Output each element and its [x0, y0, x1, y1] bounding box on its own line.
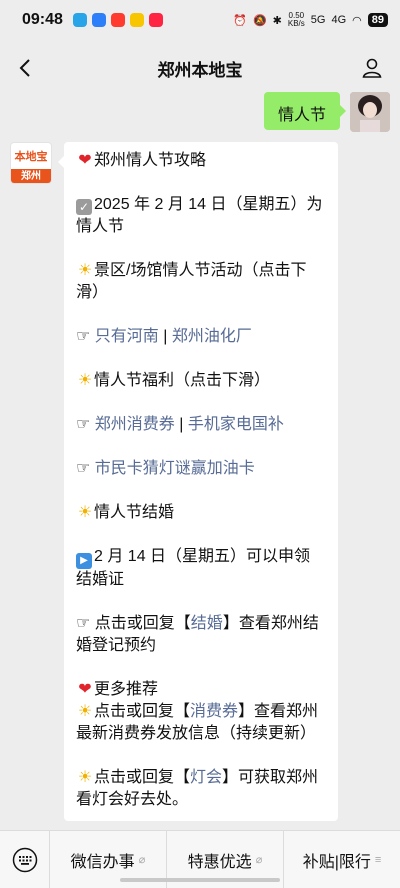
link-icon: ⌀	[138, 854, 146, 866]
pointer-text: ☞	[76, 328, 95, 345]
bluetooth-icon: ✱	[272, 14, 282, 27]
message-text: 景区/场馆情人节活动（点击下滑）	[76, 262, 307, 301]
bot-city-tag: 郑州	[11, 169, 51, 183]
keyboard-toggle-button[interactable]	[0, 830, 50, 888]
app-icon	[129, 13, 144, 27]
menu-label: 微信办事	[70, 853, 135, 871]
app-icon	[91, 13, 106, 27]
telegram-icon	[72, 13, 87, 27]
check-icon: ✓	[76, 199, 92, 215]
message-paragraph: ☞ 点击或回复【结婚】查看郑州结婚登记预约	[76, 613, 326, 657]
bot-message-bubble: ❤ 郑州情人节攻略 ✓ 2025 年 2 月 14 日（星期五）为情人节 ☀ 景区/场…	[58, 142, 338, 821]
message-text: ☞ 点击或回复【	[76, 615, 191, 632]
link-subsidy[interactable]: 手机家电国补	[188, 416, 284, 433]
bot-logo: 本地宝	[14, 151, 48, 163]
app-icon	[110, 13, 125, 27]
message-paragraph: ❤ 更多推荐	[76, 679, 326, 701]
message-text: 情人节结婚	[94, 504, 175, 521]
mute-icon: 🔕	[252, 14, 267, 27]
signal-4g: 4G	[331, 14, 347, 26]
bot-avatar[interactable]: 本地宝 郑州	[10, 142, 52, 184]
link-lantern-fair[interactable]: 灯会	[190, 769, 222, 786]
avatar-image	[350, 92, 390, 132]
user-avatar[interactable]	[350, 92, 390, 132]
menu-icon: ≡	[374, 853, 382, 866]
person-icon[interactable]	[360, 56, 384, 80]
pointer-text: ☞	[76, 460, 95, 477]
heart-icon: ❤	[78, 152, 92, 169]
link-icon: ⌀	[255, 854, 263, 866]
chevron-left-icon[interactable]	[14, 56, 38, 80]
menu-label: 特惠优选	[187, 853, 252, 871]
separator: |	[174, 416, 188, 433]
notification-icons	[72, 13, 163, 27]
signal-5g: 5G	[310, 14, 326, 26]
sun-icon: ☀	[77, 769, 93, 786]
nav-bar: 郑州本地宝	[0, 40, 400, 96]
home-indicator[interactable]	[120, 878, 280, 882]
message-paragraph: ▶ 2 月 14 日（星期五）可以申领结婚证	[76, 546, 326, 591]
message-paragraph: ❤ 郑州情人节攻略	[76, 150, 326, 172]
message-paragraph: ✓ 2025 年 2 月 14 日（星期五）为情人节	[76, 194, 326, 238]
sun-icon: ☀	[77, 262, 93, 279]
sun-icon: ☀	[77, 703, 93, 720]
heart-icon: ❤	[78, 681, 92, 698]
sun-icon: ☀	[77, 372, 93, 389]
app-icon	[148, 13, 163, 27]
user-message-bubble[interactable]: 情人节	[263, 92, 347, 130]
page-title: 郑州本地宝	[157, 60, 243, 80]
separator: |	[158, 328, 172, 345]
message-paragraph: ☀ 点击或回复【灯会】可获取郑州看灯会好去处。	[76, 767, 326, 811]
message-paragraph: ☀ 情人节福利（点击下滑）	[76, 370, 326, 392]
message-text: 郑州情人节攻略	[94, 152, 207, 169]
menu-label: 补贴|限行	[302, 853, 371, 871]
link-henan[interactable]: 只有河南	[95, 328, 159, 345]
message-text: 2025 年 2 月 14 日（星期五）为情人节	[76, 196, 323, 235]
message-text: 情人节福利（点击下滑）	[94, 372, 271, 389]
message-text: 2 月 14 日（星期五）可以申领结婚证	[76, 548, 311, 588]
message-text: 点击或回复【	[94, 769, 191, 786]
link-oil-factory[interactable]: 郑州油化厂	[172, 328, 252, 345]
status-bar: 09:48 ⏰ 🔕 ✱ 0.50 KB/s 5G 4G ◠ 89	[0, 0, 400, 40]
message-paragraph: ☀ 点击或回复【消费券】查看郑州最新消费券发放信息（持续更新）	[76, 701, 326, 745]
user-message-row: 情人节	[263, 92, 390, 132]
wifi-icon: ◠	[352, 14, 362, 27]
network-speed: 0.50 KB/s	[287, 11, 305, 28]
message-paragraph: ☀ 景区/场馆情人节活动（点击下滑）	[76, 260, 326, 304]
message-paragraph: ☞ 只有河南 | 郑州油化厂	[76, 326, 326, 348]
link-marriage[interactable]: 结婚	[191, 615, 223, 632]
alarm-icon: ⏰	[233, 14, 247, 27]
keyboard-icon	[12, 847, 37, 872]
battery-indicator: 89	[367, 13, 388, 27]
message-paragraph: ☀ 情人节结婚	[76, 502, 326, 524]
message-text: 更多推荐	[94, 681, 159, 698]
play-icon: ▶	[76, 553, 92, 569]
link-coupons[interactable]: 郑州消费券	[95, 416, 175, 433]
menu-subsidy-restriction[interactable]: 补贴|限行 ≡	[284, 831, 400, 888]
message-paragraph: ☞ 市民卡猜灯谜赢加油卡	[76, 458, 326, 480]
sun-icon: ☀	[77, 504, 93, 521]
status-time: 09:48	[22, 11, 63, 28]
pointer-text: ☞	[76, 416, 95, 433]
status-right: ⏰ 🔕 ✱ 0.50 KB/s 5G 4G ◠ 89	[233, 12, 388, 28]
message-paragraph: ☞ 郑州消费券 | 手机家电国补	[76, 414, 326, 436]
message-text: 点击或回复【	[94, 703, 191, 720]
link-coupon-reply[interactable]: 消费券	[190, 703, 238, 720]
link-lantern-riddle[interactable]: 市民卡猜灯谜赢加油卡	[95, 460, 255, 477]
